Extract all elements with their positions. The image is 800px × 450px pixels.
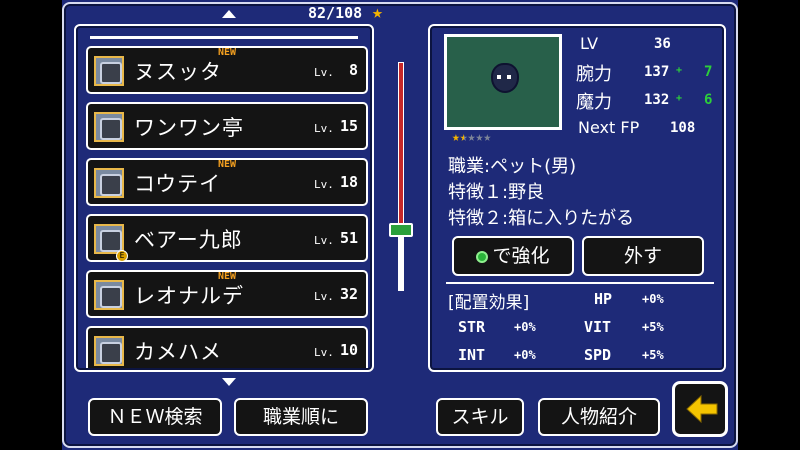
rarity-stars: ★★★★★ <box>452 130 491 145</box>
next-fp-value: 108 <box>670 120 696 136</box>
level-value: 15 <box>339 117 358 135</box>
scroll-down-arrow-icon[interactable] <box>222 378 236 386</box>
game-screen: 82/108 ★ ヌスッタ NEW Lv. 8 ワンワン亭 Lv. 15 コウテ… <box>62 0 738 450</box>
str-label: STR <box>458 318 486 336</box>
list-item[interactable]: E ベアー九郎 Lv. 51 <box>86 214 368 262</box>
spd-value: +5% <box>642 348 664 362</box>
list-item[interactable]: カメハメ Lv. 10 <box>86 326 368 368</box>
job-line: 職業:ペット(男) <box>448 156 577 177</box>
magic-value: 132 <box>644 92 670 108</box>
lv-label: LV <box>580 34 599 53</box>
hp-label: HP <box>594 290 613 308</box>
back-arrow-icon <box>686 394 718 424</box>
star-empty-icon: ★ <box>483 130 492 145</box>
character-list: ヌスッタ NEW Lv. 8 ワンワン亭 Lv. 15 コウテイ NEW Lv.… <box>74 24 374 372</box>
remove-button[interactable]: 外す <box>582 236 704 276</box>
half-star-icon: ★ <box>459 130 468 145</box>
level-label: Lv. <box>314 346 334 359</box>
new-badge: NEW <box>218 159 237 170</box>
new-badge: NEW <box>218 271 237 282</box>
character-sprite-box <box>444 34 562 130</box>
int-value: +0% <box>514 348 536 362</box>
character-portrait-icon <box>94 112 124 142</box>
level-label: Lv. <box>314 66 334 79</box>
vit-value: +5% <box>642 320 664 334</box>
level-label: Lv. <box>314 290 334 303</box>
str-value: +0% <box>514 320 536 334</box>
level-label: Lv. <box>314 122 334 135</box>
character-detail: ★★★★★ LV 36 腕力 137 + 7 魔力 132 + 6 Next F… <box>428 24 726 372</box>
list-item[interactable]: レオナルデ NEW Lv. 32 <box>86 270 368 318</box>
list-scrollbar-lower <box>398 237 404 291</box>
effects-title: [配置効果] <box>448 293 530 313</box>
level-label: Lv. <box>314 234 334 247</box>
level-label: Lv. <box>314 178 334 191</box>
sort-by-job-button[interactable]: 職業順に <box>234 398 368 436</box>
character-name: コウテイ <box>134 172 222 196</box>
list-top-divider <box>90 36 358 39</box>
level-value: 8 <box>348 61 358 79</box>
magic-label: 魔力 <box>576 92 612 113</box>
level-value: 32 <box>339 285 358 303</box>
next-fp-label: Next FP <box>578 118 640 137</box>
list-item[interactable]: コウテイ NEW Lv. 18 <box>86 158 368 206</box>
character-sprite-icon <box>491 63 519 93</box>
profile-button[interactable]: 人物紹介 <box>538 398 660 436</box>
star-icon: ★ <box>452 130 460 145</box>
star-icon: ★ <box>372 2 383 23</box>
plus-sign: + <box>676 65 683 76</box>
character-portrait-icon <box>94 336 124 366</box>
effects-divider <box>446 282 714 284</box>
character-portrait-icon <box>94 280 124 310</box>
trait2-line: 特徴２:箱に入りたがる <box>448 208 635 229</box>
character-name: ヌスッタ <box>134 60 222 84</box>
character-name: ベアー九郎 <box>134 228 243 252</box>
character-name: カメハメ <box>134 340 222 364</box>
vit-label: VIT <box>584 318 612 336</box>
collection-count: 82/108 <box>308 4 363 22</box>
list-item[interactable]: ワンワン亭 Lv. 15 <box>86 102 368 150</box>
green-orb-icon <box>476 250 489 263</box>
character-name: レオナルデ <box>134 284 244 308</box>
character-portrait-icon <box>94 168 124 198</box>
plus-sign: + <box>676 93 683 104</box>
back-button[interactable] <box>672 381 728 437</box>
int-label: INT <box>458 346 486 364</box>
magic-bonus: 6 <box>704 92 713 108</box>
character-portrait-icon <box>94 56 124 86</box>
strengthen-label: で強化 <box>492 245 550 267</box>
strengthen-button[interactable]: で強化 <box>452 236 574 276</box>
scroll-up-arrow-icon[interactable] <box>222 10 236 18</box>
trait1-line: 特徴１:野良 <box>448 182 545 203</box>
power-label: 腕力 <box>576 64 612 85</box>
scrollbar-handle[interactable] <box>389 223 413 237</box>
new-search-button[interactable]: ＮＥＷ検索 <box>88 398 222 436</box>
hp-value: +0% <box>642 292 664 306</box>
new-badge: NEW <box>218 47 237 58</box>
power-bonus: 7 <box>704 64 713 80</box>
equipped-badge-icon: E <box>116 250 128 262</box>
list-item[interactable]: ヌスッタ NEW Lv. 8 <box>86 46 368 94</box>
power-value: 137 <box>644 64 670 80</box>
lv-value: 36 <box>654 36 671 52</box>
level-value: 18 <box>339 173 358 191</box>
character-name: ワンワン亭 <box>134 116 244 140</box>
skill-button[interactable]: スキル <box>436 398 524 436</box>
level-value: 10 <box>339 341 358 359</box>
spd-label: SPD <box>584 346 612 364</box>
level-value: 51 <box>339 229 358 247</box>
